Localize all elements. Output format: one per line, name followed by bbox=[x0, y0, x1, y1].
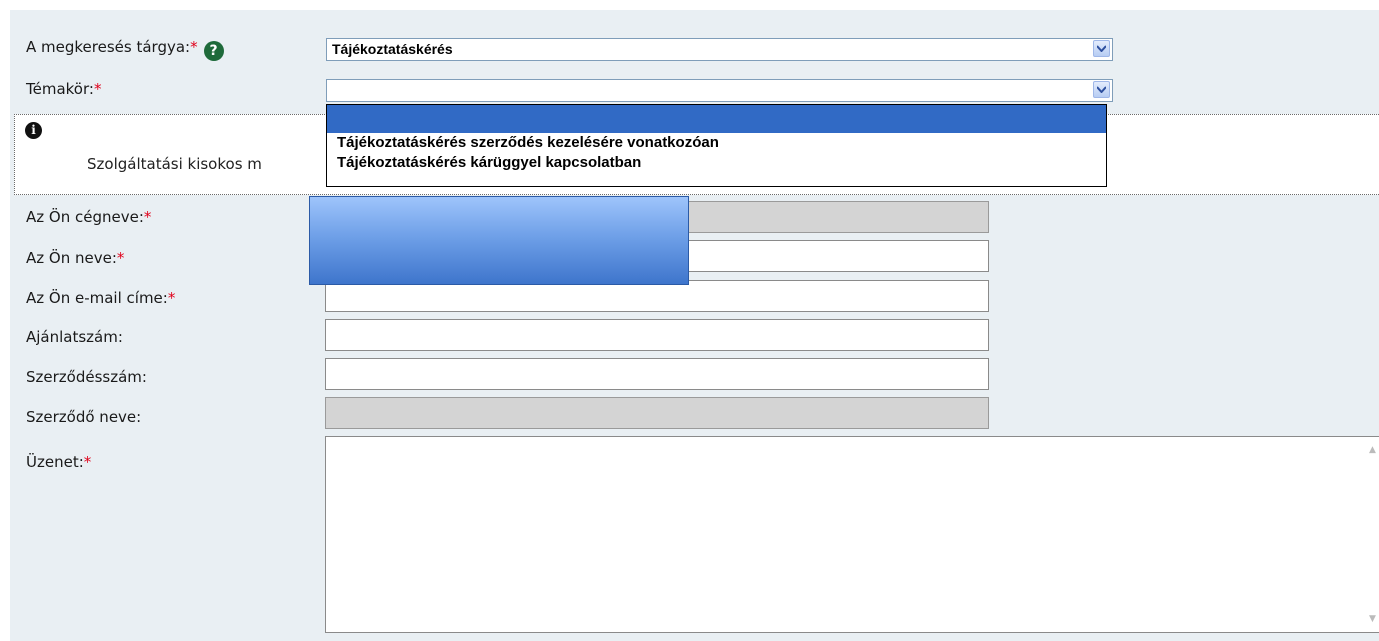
info-text: Szolgáltatási kisokos m bbox=[87, 155, 262, 173]
subject-label: A megkeresés tárgya:*? bbox=[26, 37, 224, 61]
contractor-name-field[interactable] bbox=[325, 397, 989, 429]
subject-label-text: A megkeresés tárgya: bbox=[26, 38, 191, 56]
subject-select-value: Tájékoztatáskérés bbox=[332, 41, 453, 57]
dropdown-option-empty[interactable] bbox=[327, 105, 1106, 133]
offer-number-label: Ajánlatszám: bbox=[26, 327, 123, 347]
email-label-text: Az Ön e-mail címe: bbox=[26, 289, 168, 307]
scroll-up-icon[interactable]: ▲ bbox=[1369, 443, 1379, 457]
company-name-label-text: Az Ön cégneve: bbox=[26, 208, 144, 226]
name-label-text: Az Ön neve: bbox=[26, 249, 117, 267]
overlay-block bbox=[309, 196, 689, 285]
chevron-down-icon[interactable] bbox=[1093, 40, 1110, 57]
required-mark: * bbox=[190, 38, 198, 56]
contract-number-label-text: Szerződésszám: bbox=[26, 368, 147, 386]
required-mark: * bbox=[93, 80, 102, 98]
email-label: Az Ön e-mail címe:* bbox=[26, 288, 175, 308]
contract-number-field[interactable] bbox=[325, 358, 989, 390]
message-label: Üzenet:* bbox=[26, 452, 91, 472]
company-name-label: Az Ön cégneve:* bbox=[26, 207, 151, 227]
topic-label-text: Témakör: bbox=[26, 80, 94, 98]
question-circle-icon[interactable]: ? bbox=[203, 41, 224, 61]
required-mark: * bbox=[83, 453, 92, 471]
topic-label: Témakör:* bbox=[26, 79, 101, 99]
required-mark: * bbox=[143, 208, 152, 226]
offer-number-field[interactable] bbox=[325, 319, 989, 351]
message-textarea[interactable]: ▲ ▼ bbox=[325, 436, 1379, 633]
dropdown-option-contract[interactable]: Tájékoztatáskérés szerződés kezelésére v… bbox=[327, 133, 1106, 153]
info-circle-icon: i bbox=[25, 122, 42, 139]
topic-select[interactable] bbox=[326, 79, 1113, 102]
contractor-name-label-text: Szerződő neve: bbox=[26, 408, 142, 426]
topic-dropdown-list: Tájékoztatáskérés szerződés kezelésére v… bbox=[326, 104, 1107, 187]
contract-number-label: Szerződésszám: bbox=[26, 367, 147, 387]
subject-select[interactable]: Tájékoztatáskérés bbox=[326, 38, 1113, 61]
message-label-text: Üzenet: bbox=[26, 453, 84, 471]
name-label: Az Ön neve:* bbox=[26, 248, 124, 268]
required-mark: * bbox=[116, 249, 125, 267]
contractor-name-label: Szerződő neve: bbox=[26, 407, 141, 427]
scroll-down-icon[interactable]: ▼ bbox=[1369, 612, 1379, 626]
chevron-down-icon[interactable] bbox=[1093, 81, 1110, 98]
dropdown-option-claim[interactable]: Tájékoztatáskérés kárüggyel kapcsolatban bbox=[327, 153, 1106, 173]
offer-number-label-text: Ajánlatszám: bbox=[26, 328, 123, 346]
required-mark: * bbox=[167, 289, 176, 307]
